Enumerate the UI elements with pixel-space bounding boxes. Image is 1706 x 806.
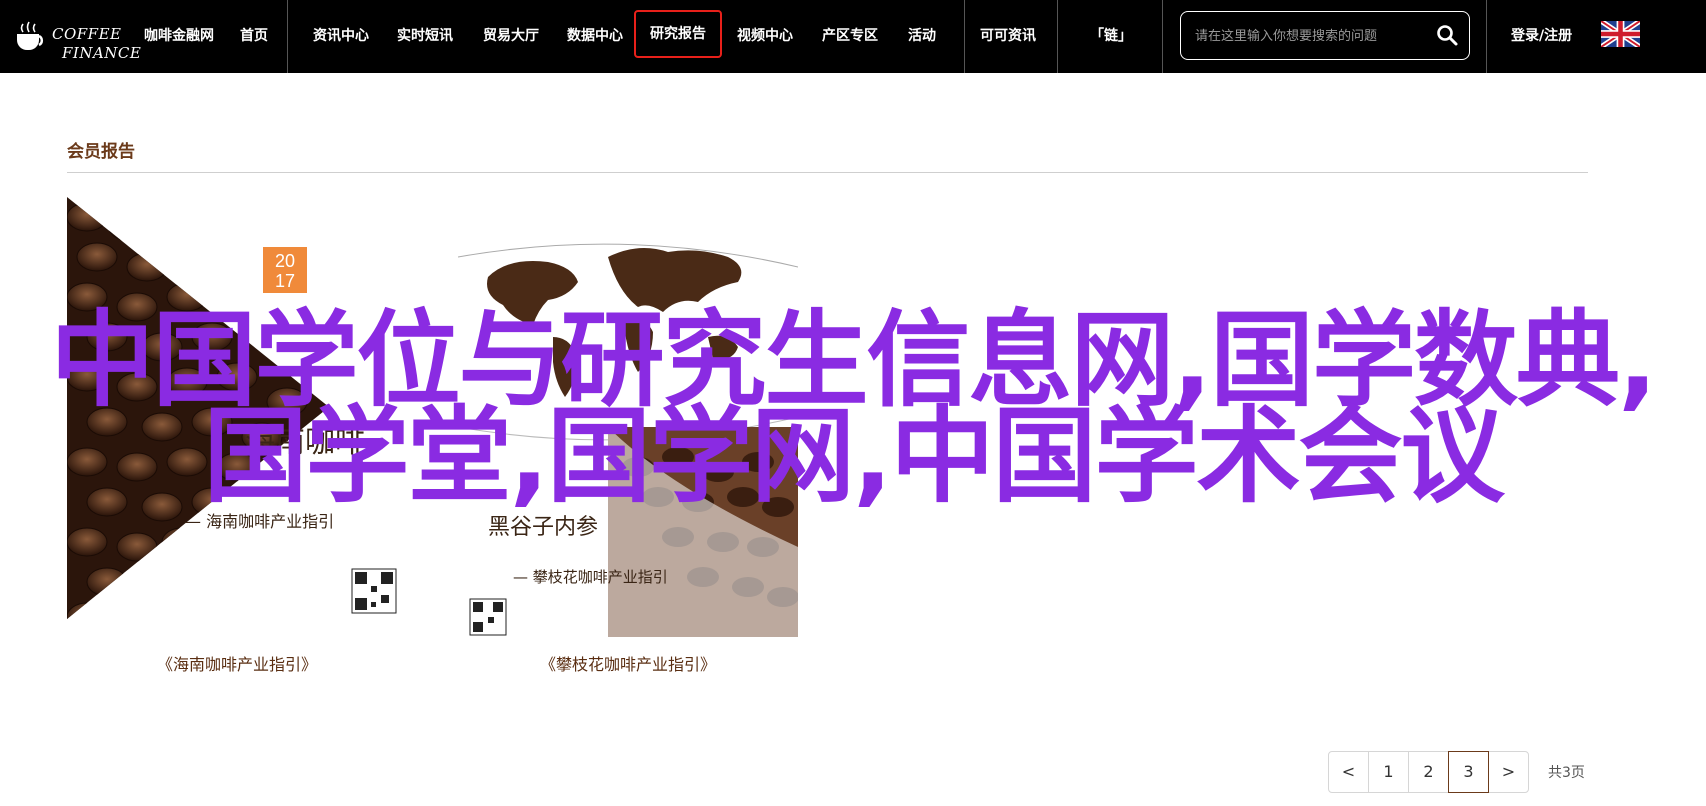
search-icon[interactable] [1435,23,1459,47]
pagination-page-1[interactable]: 1 [1368,751,1409,793]
logo-text-line2: FINANCE [62,44,142,62]
search-input[interactable] [1195,25,1415,47]
overlay-watermark-text: 中国学位与研究生信息网,国学数典,国学堂,国学网,中国学术会议 [50,299,1657,517]
search-box [1180,11,1470,60]
logo-text-line1: COFFEE [52,25,122,43]
qr-code-icon [351,568,397,614]
pagination-next-button[interactable]: > [1488,751,1529,793]
report-caption-panzhihua[interactable]: 《攀枝花咖啡产业指引》 [458,651,798,675]
pagination: < 1 2 3 > [1328,751,1529,793]
cover-title: 黑谷子内参 [488,515,598,540]
pagination-prev-button[interactable]: < [1328,751,1369,793]
nav-research-reports[interactable]: 研究报告 [634,10,722,58]
pagination-page-2[interactable]: 2 [1408,751,1449,793]
nav-coffee-finance-net[interactable]: 咖啡金融网 [144,23,214,49]
nav-divider [287,0,288,73]
top-navigation-bar: COFFEE FINANCE 咖啡金融网 首页 资讯中心 实时短讯 贸易大厅 数… [0,0,1706,73]
report-caption-hainan[interactable]: 《海南咖啡产业指引》 [67,651,407,675]
nav-home[interactable]: 首页 [240,23,268,49]
nav-divider [1162,0,1163,73]
section-divider [67,172,1588,173]
nav-divider [1486,0,1487,73]
nav-data-center[interactable]: 数据中心 [567,23,623,49]
page: COFFEE FINANCE 咖啡金融网 首页 资讯中心 实时短讯 贸易大厅 数… [0,0,1706,806]
uk-flag-icon[interactable] [1601,21,1640,47]
section-title: 会员报告 [67,142,135,162]
pagination-page-3-current[interactable]: 3 [1448,751,1489,793]
coffee-cup-icon [17,21,44,50]
year-badge-top: 20 [275,251,295,271]
pagination-total: 共3页 [1548,765,1585,781]
nav-divider [1057,0,1058,73]
nav-divider [964,0,965,73]
nav-origin-zone[interactable]: 产区专区 [822,23,878,49]
qr-code-icon [469,598,507,636]
nav-chain[interactable]: 「链」 [1090,23,1132,49]
nav-cocoa-news[interactable]: 可可资讯 [980,23,1036,49]
year-badge-bottom: 17 [275,271,295,291]
coffee-finance-logo[interactable]: COFFEE FINANCE [12,8,141,64]
nav-video-center[interactable]: 视频中心 [737,23,793,49]
login-register-link[interactable]: 登录/注册 [1511,23,1572,49]
nav-news-center[interactable]: 资讯中心 [313,23,369,49]
nav-flash-news[interactable]: 实时短讯 [397,23,453,49]
nav-events[interactable]: 活动 [908,23,936,49]
nav-trade-hall[interactable]: 贸易大厅 [483,23,539,49]
cover-subtitle: — 攀枝花咖啡产业指引 [513,568,668,586]
